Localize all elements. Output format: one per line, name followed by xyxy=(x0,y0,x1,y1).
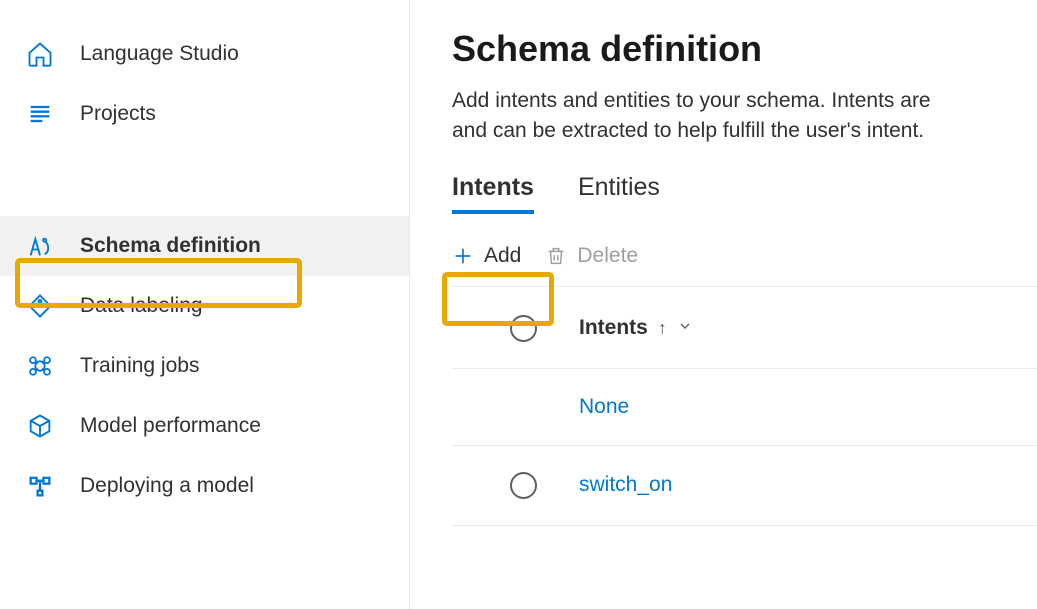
sidebar-item-projects[interactable]: Projects xyxy=(0,84,409,144)
delete-button: Delete xyxy=(545,244,638,268)
sidebar-item-label: Model performance xyxy=(80,414,261,438)
sort-ascending-icon: ↑ xyxy=(658,318,667,339)
sidebar-item-schema-definition[interactable]: Schema definition xyxy=(0,216,409,276)
deploy-icon xyxy=(26,472,54,500)
sidebar-item-label: Schema definition xyxy=(80,234,261,258)
add-button[interactable]: Add xyxy=(452,244,521,268)
select-all-radio[interactable] xyxy=(510,315,537,342)
home-icon xyxy=(26,40,54,68)
toolbar: Add Delete xyxy=(452,244,1037,287)
sidebar-item-deploying-model[interactable]: Deploying a model xyxy=(0,456,409,516)
sidebar-item-language-studio[interactable]: Language Studio xyxy=(0,24,409,84)
sidebar-gap xyxy=(0,144,409,216)
sidebar-item-label: Deploying a model xyxy=(80,474,254,498)
cube-icon xyxy=(26,412,54,440)
table-row[interactable]: None xyxy=(452,369,1037,446)
page-title: Schema definition xyxy=(452,28,1037,70)
list-icon xyxy=(26,100,54,128)
sidebar-item-label: Projects xyxy=(80,102,156,126)
page-description: Add intents and entities to your schema.… xyxy=(452,86,1037,147)
delete-button-label: Delete xyxy=(577,244,638,268)
plus-icon xyxy=(452,245,474,267)
tab-intents[interactable]: Intents xyxy=(452,173,534,214)
table-header: Intents ↑ xyxy=(452,287,1037,369)
sidebar-item-model-performance[interactable]: Model performance xyxy=(0,396,409,456)
tag-icon xyxy=(26,292,54,320)
intent-link[interactable]: switch_on xyxy=(579,473,672,497)
row-select-radio[interactable] xyxy=(510,472,537,499)
sidebar: Language Studio Projects Schema definiti… xyxy=(0,0,410,609)
sidebar-item-training-jobs[interactable]: Training jobs xyxy=(0,336,409,396)
add-button-label: Add xyxy=(484,244,521,268)
trash-icon xyxy=(545,245,567,267)
sidebar-item-label: Training jobs xyxy=(80,354,199,378)
sidebar-item-label: Data labeling xyxy=(80,294,203,318)
column-header-intents[interactable]: Intents ↑ xyxy=(579,316,693,340)
main-content: Schema definition Add intents and entiti… xyxy=(410,0,1037,609)
tab-entities[interactable]: Entities xyxy=(578,173,660,214)
tabs: Intents Entities xyxy=(452,173,1037,214)
table-row[interactable]: switch_on xyxy=(452,446,1037,526)
intent-link[interactable]: None xyxy=(579,395,629,419)
chevron-down-icon xyxy=(677,318,693,339)
sidebar-item-data-labeling[interactable]: Data labeling xyxy=(0,276,409,336)
brain-icon xyxy=(26,352,54,380)
schema-icon xyxy=(26,232,54,260)
sidebar-item-label: Language Studio xyxy=(80,42,239,66)
